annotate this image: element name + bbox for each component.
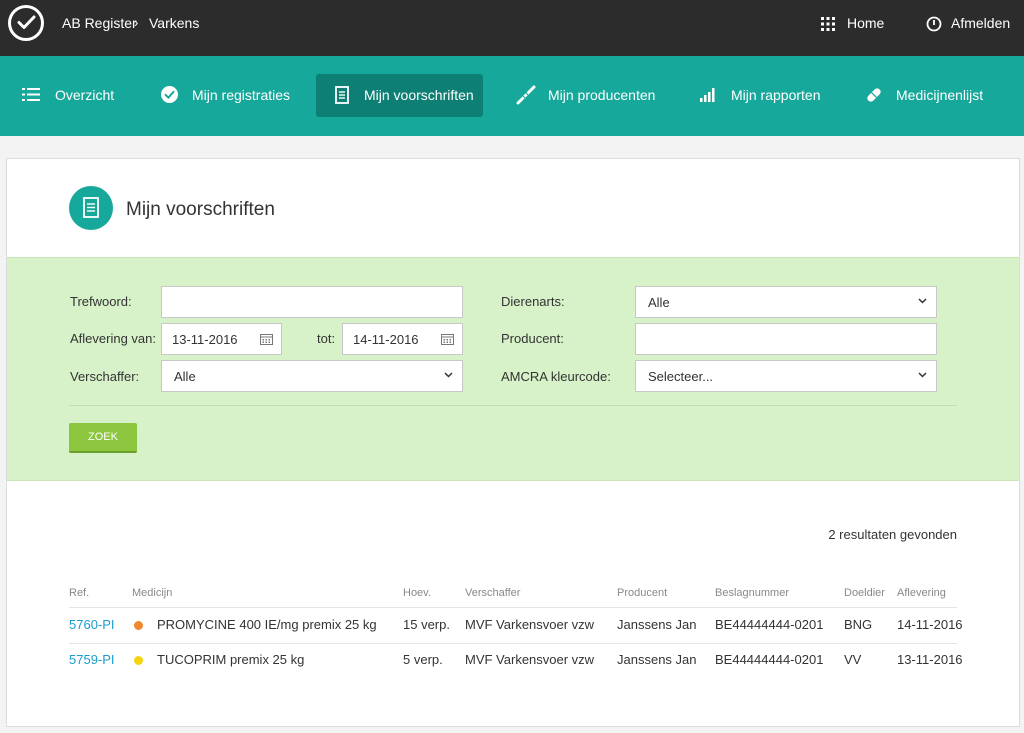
column-header-producent[interactable]: Producent [617, 587, 667, 599]
pill-icon [867, 88, 881, 102]
document-icon [69, 186, 113, 230]
verschaffer-select[interactable]: Alle [161, 360, 463, 392]
chevron-down-icon [444, 372, 453, 378]
dierenarts-select[interactable]: Alle [635, 286, 937, 318]
nav-label: Medicijnenlijst [896, 87, 984, 103]
dierenarts-value: Alle [648, 295, 670, 310]
verschaffer-value: Alle [174, 369, 196, 384]
column-header-ref[interactable]: Ref. [69, 587, 89, 599]
verschaffer-label: Verschaffer: [70, 369, 140, 384]
breadcrumb-separator: › [134, 15, 139, 30]
check-circle-icon [161, 86, 178, 103]
producent-cell: Janssens Jan [617, 617, 697, 632]
producent-cell: Janssens Jan [617, 652, 697, 667]
checkmark-logo-icon[interactable] [8, 5, 44, 41]
amcra-select[interactable]: Selecteer... [635, 360, 937, 392]
nav-item-overzicht[interactable]: Overzicht [22, 74, 122, 117]
ref-link[interactable]: 5759-PI [69, 652, 115, 667]
medicijn-cell: TUCOPRIM premix 25 kg [157, 652, 305, 667]
verschaffer-cell: MVF Varkensvoer vzw [465, 617, 595, 632]
breadcrumb-ab-register[interactable]: AB Register [62, 15, 137, 31]
doeldier-cell: VV [844, 652, 862, 667]
ref-link[interactable]: 5760-PI [69, 617, 115, 632]
results-count: 2 resultaten gevonden [828, 527, 957, 542]
nav-item-mijn-registraties[interactable]: Mijn registraties [161, 74, 291, 117]
producent-input[interactable] [635, 323, 937, 355]
calendar-icon[interactable] [441, 333, 454, 345]
bar-chart-icon [700, 88, 715, 102]
tot-label: tot: [317, 331, 336, 346]
aflevering-cell: 13-11-2016 [897, 652, 963, 667]
nav-item-medicijnenlijst[interactable]: Medicijnenlijst [865, 74, 985, 117]
filter-panel: Trefwoord: Aflevering van: 13-11-2016 to… [7, 257, 1019, 481]
row-divider [69, 607, 957, 608]
beslagnummer-cell: BE44444444-0201 [715, 652, 824, 667]
medicijn-cell: PROMYCINE 400 IE/mg premix 25 kg [157, 617, 377, 632]
main-card: Mijn voorschriften Trefwoord: Aflevering… [6, 158, 1020, 727]
column-header-beslagnummer[interactable]: Beslagnummer [715, 587, 789, 599]
trefwoord-label: Trefwoord: [70, 294, 132, 309]
aflevering-label: Aflevering van: [70, 331, 156, 346]
grid-icon [821, 17, 835, 31]
amcra-value: Selecteer... [648, 369, 714, 384]
syringe-icon [516, 85, 536, 105]
row-divider [69, 643, 957, 644]
aflevering-tot-input[interactable]: 14-11-2016 [342, 323, 463, 355]
chevron-down-icon [918, 298, 927, 304]
column-header-aflevering[interactable]: Aflevering [897, 587, 946, 599]
aflevering-van-value: 13-11-2016 [172, 332, 238, 347]
verschaffer-cell: MVF Varkensvoer vzw [465, 652, 595, 667]
main-nav: Overzicht Mijn registraties Mijn voorsch… [0, 56, 1024, 136]
logout-label: Afmelden [951, 15, 1011, 31]
amcra-label: AMCRA kleurcode: [501, 369, 611, 384]
column-header-medicijn[interactable]: Medicijn [132, 587, 172, 599]
top-bar: AB Register › Varkens Home Afmelden [0, 0, 1024, 56]
hoev-cell: 15 verp. [403, 617, 450, 632]
power-icon [926, 16, 942, 32]
nav-label: Mijn voorschriften [364, 87, 474, 103]
beslagnummer-cell: BE44444444-0201 [715, 617, 824, 632]
column-header-doeldier[interactable]: Doeldier [844, 587, 885, 599]
calendar-icon[interactable] [260, 333, 273, 345]
nav-label: Mijn producenten [548, 87, 656, 103]
hoev-cell: 5 verp. [403, 652, 443, 667]
divider [69, 405, 957, 406]
aflevering-van-input[interactable]: 13-11-2016 [161, 323, 282, 355]
aflevering-tot-value: 14-11-2016 [353, 332, 419, 347]
doeldier-cell: BNG [844, 617, 873, 632]
nav-label: Mijn registraties [192, 87, 291, 103]
nav-label: Mijn rapporten [731, 87, 821, 103]
aflevering-cell: 14-11-2016 [897, 617, 963, 632]
document-icon [335, 86, 349, 104]
column-header-verschaffer[interactable]: Verschaffer [465, 587, 520, 599]
nav-label: Overzicht [55, 87, 115, 103]
color-code-dot [134, 656, 143, 665]
chevron-down-icon [918, 372, 927, 378]
list-icon [22, 88, 40, 101]
breadcrumb-varkens[interactable]: Varkens [149, 15, 199, 31]
dierenarts-label: Dierenarts: [501, 294, 565, 309]
zoek-button[interactable]: ZOEK [69, 423, 137, 453]
producent-label: Producent: [501, 331, 564, 346]
nav-item-mijn-rapporten[interactable]: Mijn rapporten [700, 74, 821, 117]
color-code-dot [134, 621, 143, 630]
nav-item-mijn-producenten[interactable]: Mijn producenten [516, 74, 656, 117]
trefwoord-input[interactable] [161, 286, 463, 318]
page-title: Mijn voorschriften [126, 199, 275, 220]
column-header-hoev[interactable]: Hoev. [403, 587, 431, 599]
home-label: Home [847, 15, 885, 31]
nav-item-mijn-voorschriften[interactable]: Mijn voorschriften [316, 74, 483, 117]
